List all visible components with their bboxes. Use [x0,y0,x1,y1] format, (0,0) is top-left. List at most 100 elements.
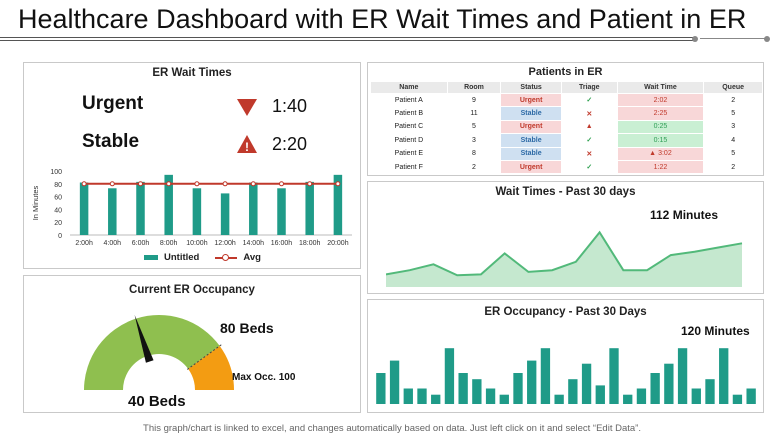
x-tick-label: 10:00h [186,240,208,247]
occupancy-bar [595,385,605,404]
page-title: Healthcare Dashboard with ER Wait Times … [18,4,747,34]
occupancy-bar [554,394,564,404]
warning-icon: ▲ [649,150,657,158]
avg-marker [222,181,228,187]
queue-cell: 2 [703,159,763,175]
occupancy-bar [623,394,633,404]
occupancy-bar [458,373,468,404]
avg-marker [279,181,284,187]
occupancy-bar [389,360,400,404]
queue-cell: 3 [703,119,763,135]
wait-time-cell: ▲ 3:02 [616,146,705,161]
check-icon: ✓ [586,164,593,172]
x-tick-label: 6:00h [132,240,150,247]
er-wait-times-title: ER Wait Times [152,67,232,79]
bar [277,188,286,235]
triage-icon: ✓ [560,133,618,148]
wait30-panel: Wait Times - Past 30 days 112 Minutes [367,181,764,294]
gauge-value-label: 80 Beds [220,320,274,336]
divider-knob-right [764,36,770,42]
cross-icon: ✕ [586,110,593,118]
avg-marker [81,181,87,187]
patient-name: Patient C [370,119,448,135]
table-row[interactable]: Patient A 9 Urgent ✓ 2:02 2 [370,92,763,108]
triage-icon: ✕ [560,146,618,161]
y-tick-label: 80 [54,182,62,189]
queue-cell: 2 [703,92,763,108]
avg-marker [166,181,172,187]
triage-icon: ✓ [560,159,618,175]
warning-icon: ▲ [585,123,593,131]
bar [220,193,230,235]
status-badge: Urgent [500,159,562,175]
check-icon: ✓ [586,97,593,105]
occupancy-bar [513,373,523,404]
wait-time-cell: 2:02 [616,92,705,108]
room-cell: 5 [446,119,502,135]
patient-name: Patient D [370,133,448,148]
wait30-title: Wait Times - Past 30 days [495,186,636,198]
occupancy-bar [677,348,688,404]
x-tick-label: 2:00h [75,240,93,247]
occupancy-bar [705,379,715,404]
table-row[interactable]: Patient D 3 Stable ✓ 0:15 4 [370,133,763,148]
patients-panel: Patients in ER Name Room Status Triage Wait … [367,62,764,176]
status-badge: Stable [500,106,562,121]
occupancy-bar [746,388,756,404]
bar [192,188,202,235]
occupancy-bar [472,379,482,404]
legend-avg-swatch [215,253,238,261]
table-header-cell: Status [500,81,562,94]
status-badge: Urgent [500,119,562,135]
urgent-label: Urgent [82,93,144,114]
footer-note: This graph/chart is linked to excel, and… [143,423,641,434]
table-header-cell: Name [370,81,448,94]
legend-untitled-swatch [144,255,158,260]
occupancy-bar [527,360,537,404]
status-badge: Stable [500,133,562,148]
occupancy-bar [499,394,509,404]
x-tick-label: 16:00h [271,240,293,247]
occupancy-bar [691,388,701,404]
x-tick-label: 18:00h [299,240,321,247]
patients-title: Patients in ER [528,66,603,78]
occupancy-bar [568,379,578,404]
table-row[interactable]: Patient F 2 Urgent ✓ 1:22 2 [370,159,763,175]
y-axis-label: In Minutes [31,185,40,220]
bar [108,188,117,235]
queue-cell: 5 [703,146,763,161]
stable-label: Stable [82,131,140,152]
table-header-cell: Triage [560,81,618,94]
room-cell: 3 [446,133,502,148]
x-tick-label: 20:00h [327,240,349,247]
occupancy-bar [732,394,743,404]
table-row[interactable]: Patient B 11 Stable ✕ 2:25 5 [370,106,763,121]
occ30-annotation: 120 Minutes [681,324,750,338]
avg-marker [307,181,313,187]
er-wait-legend: Untitled Avg [144,252,261,263]
avg-marker [250,181,256,187]
table-row[interactable]: Patient E 8 Stable ✕ ▲ 3:02 5 [370,146,763,161]
occupancy-bar [650,373,660,404]
area-fill [386,232,742,287]
cross-icon: ✕ [586,150,593,158]
down-triangle-icon [237,99,257,116]
wait-time-cell: 0:25 [616,119,705,135]
occ30-title: ER Occupancy - Past 30 Days [484,306,647,318]
occ30-panel: ER Occupancy - Past 30 Days 120 Minutes [367,299,764,413]
table-row[interactable]: Patient C 5 Urgent ▲ 0:25 3 [370,119,763,135]
avg-marker [194,181,200,187]
gauge-min-label: 40 Beds [128,393,186,410]
triage-icon: ▲ [560,119,618,135]
wait30-annotation: 112 Minutes [650,208,719,222]
warning-icon: ! [237,135,257,154]
room-cell: 11 [446,106,502,121]
table-header-cell: Room [446,81,502,94]
occupancy-bar [664,363,674,404]
wait30-area-chart [386,230,743,287]
bar [305,181,314,235]
room-cell: 2 [446,159,502,175]
gauge-max-label: Max Occ. 100 [232,372,296,383]
occupancy-gauge [84,314,234,390]
title-divider [0,37,700,41]
